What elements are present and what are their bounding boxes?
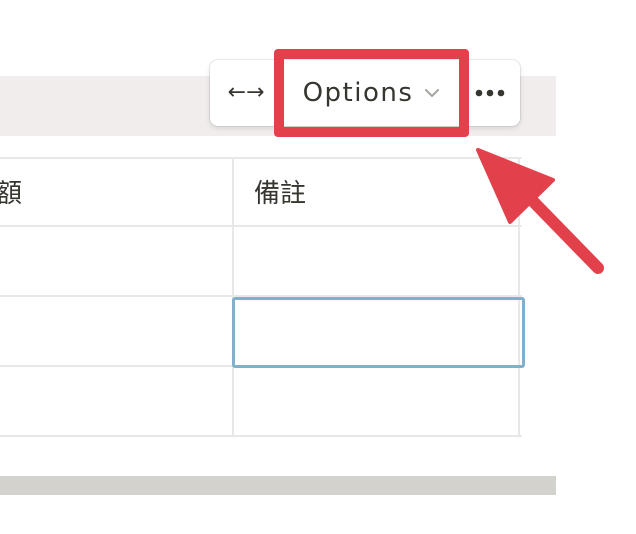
table-cell[interactable] xyxy=(232,227,520,295)
table-cell[interactable] xyxy=(0,297,232,365)
column-header-label: 備註 xyxy=(254,179,307,209)
column-header-amount[interactable]: 額 xyxy=(0,159,232,225)
resize-width-button[interactable]: ←→ xyxy=(224,77,268,109)
horizontal-scrollbar[interactable] xyxy=(0,476,556,495)
column-header-label: 額 xyxy=(0,179,23,209)
table-cell[interactable] xyxy=(0,227,232,295)
selected-cell-outline[interactable] xyxy=(232,297,525,368)
more-options-button[interactable] xyxy=(474,78,506,108)
annotation-highlight-box xyxy=(274,49,469,137)
horizontal-resize-icon: ←→ xyxy=(227,80,265,105)
more-horizontal-icon xyxy=(475,89,505,97)
table-cell[interactable] xyxy=(0,367,232,435)
column-header-notes[interactable]: 備註 xyxy=(232,159,520,225)
table-row xyxy=(0,227,522,297)
table-header-row: 額 備註 xyxy=(0,157,522,227)
table-cell[interactable] xyxy=(232,367,520,435)
table-row xyxy=(0,367,522,437)
